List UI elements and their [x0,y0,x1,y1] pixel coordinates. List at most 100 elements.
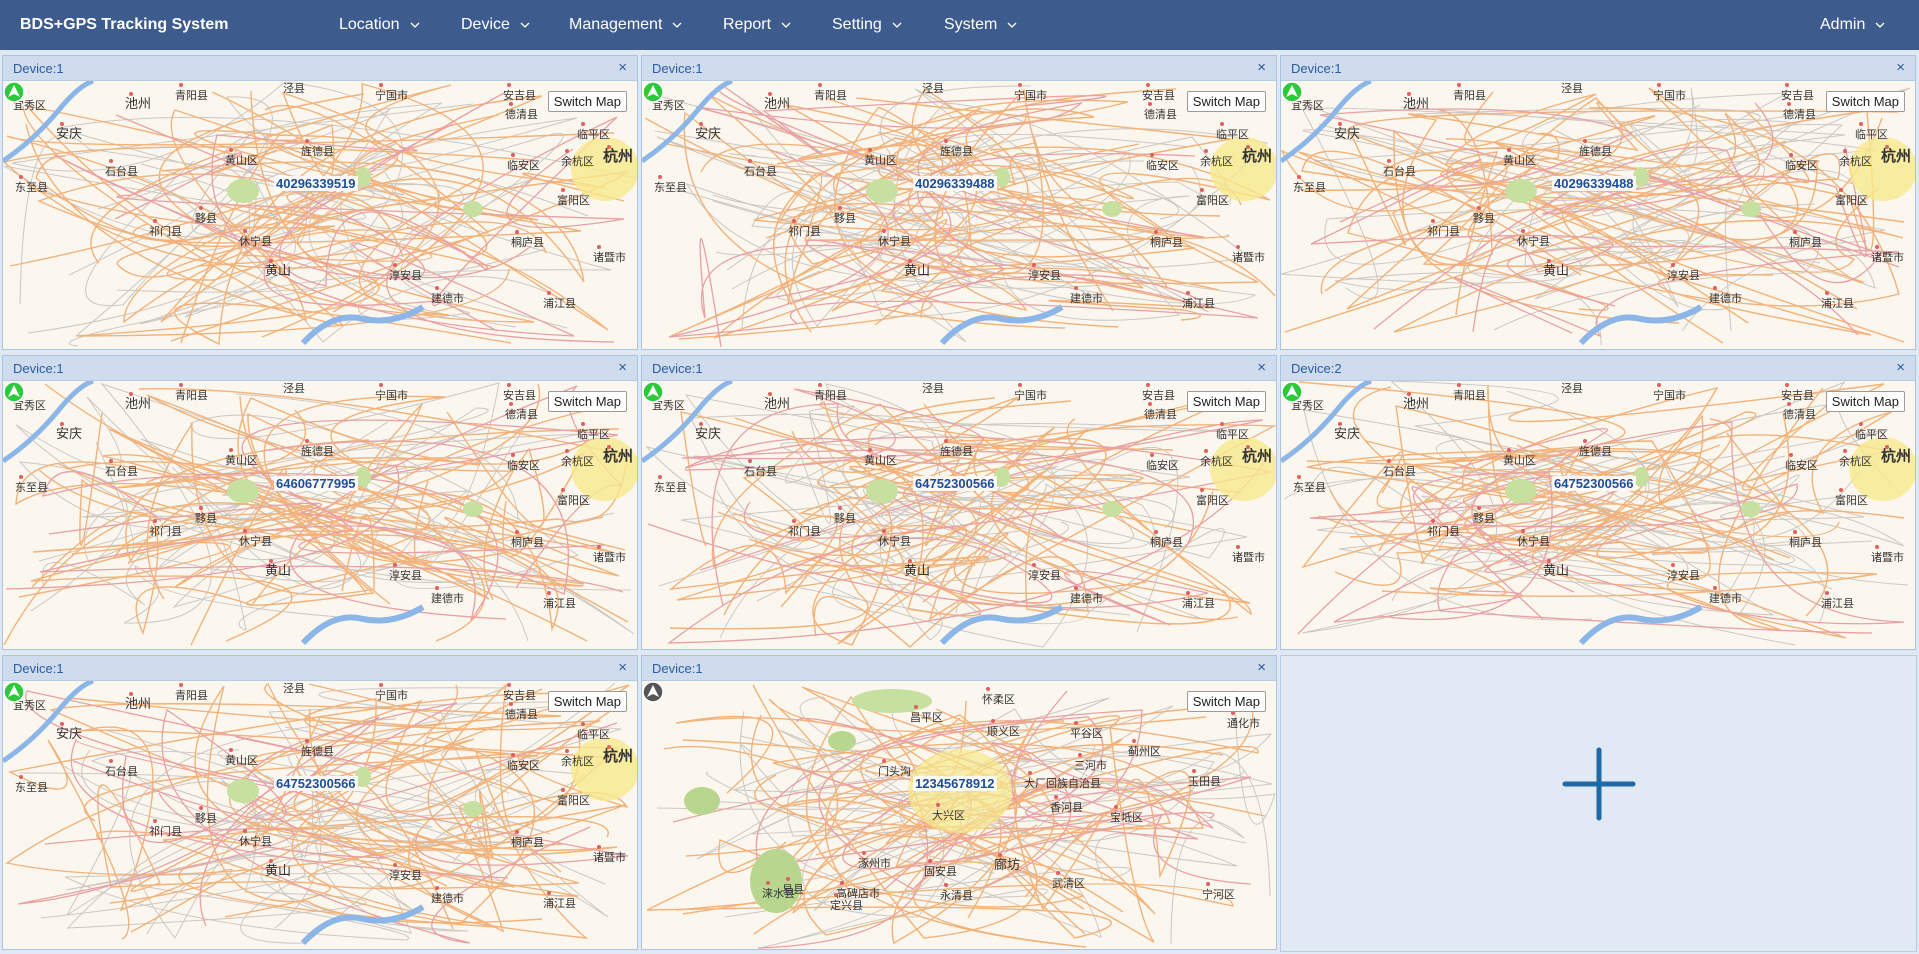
city-label: 涞水县 [762,887,795,900]
switch-map-button[interactable]: Switch Map [1186,391,1266,412]
city-dot [1477,506,1481,510]
city-label: 安庆 [56,726,82,741]
city-dot [547,291,551,295]
city-dot [199,506,203,510]
map-view[interactable]: 安庆 池州 宜秀区 青阳县 泾县 宁国市 安吉县 德清县 临平区 杭州 余杭区 临安区 富阳区 黄山区 旌德… [3,681,637,949]
chevron-down-icon [892,22,902,28]
vehicle-marker-icon[interactable] [1281,81,1303,103]
city-label: 临安区 [507,758,540,772]
switch-map-button[interactable]: Switch Map [547,391,627,412]
city-label: 浦江县 [1821,297,1854,310]
switch-map-button[interactable]: Switch Map [1186,691,1266,712]
city-dot [547,591,551,595]
city-label: 浦江县 [1182,597,1215,610]
city-dot [379,83,383,87]
city-label: 黟县 [1473,512,1495,525]
vehicle-marker-icon[interactable] [3,81,25,103]
close-icon[interactable]: × [1257,356,1266,380]
map-panel: Device:2 × 安庆 池州 宜秀区 青阳县 泾县 宁国市 安吉县 德清县 临平区 杭州 余杭区… [1280,355,1916,650]
vehicle-marker-icon[interactable] [1281,381,1303,403]
city-dot [838,206,842,210]
city-dot [936,803,940,807]
vehicle-marker-icon[interactable] [642,81,664,103]
city-label: 青阳县 [175,689,208,702]
user-menu[interactable]: Admin [1820,0,1885,50]
close-icon[interactable]: × [618,56,627,80]
city-label: 建德市 [1709,591,1742,605]
city-label: 诸暨市 [593,850,626,864]
nav-item-system[interactable]: System [944,0,1017,50]
switch-map-button[interactable]: Switch Map [1825,391,1905,412]
close-icon[interactable]: × [1257,656,1266,680]
city-dot [153,519,157,523]
map-view[interactable]: 安庆 池州 宜秀区 青阳县 泾县 宁国市 安吉县 德清县 临平区 杭州 余杭区 临安区 富阳区 黄山区 旌德… [1281,81,1915,349]
city-label: 祁门县 [788,524,821,538]
map-canvas[interactable]: 安庆池州宜秀区青阳县泾县宁国市 安吉县德清县临平区杭州余杭区临安区富阳区黄山区旌德… [642,81,1276,349]
vehicle-marker-icon[interactable] [642,681,664,703]
map-view[interactable]: 怀柔区 昌平区 顺义区 平谷区 通化市 三河市 蓟州区 门头沟 大厂回族自治县 玉田县 香河县 宝坻区… [642,681,1276,949]
city-label: 东至县 [654,181,687,194]
nav-item-label: Location [339,16,400,33]
city-label: 祁门县 [149,824,182,838]
switch-map-button[interactable]: Switch Map [547,91,627,112]
add-map-panel[interactable] [1280,655,1917,952]
switch-map-button[interactable]: Switch Map [1825,91,1905,112]
panel-header: Device:1 × [3,56,637,81]
city-dot [199,206,203,210]
city-dot [1431,219,1435,223]
map-canvas[interactable]: 安庆池州宜秀区青阳县泾县宁国市 安吉县德清县临平区杭州余杭区临安区富阳区黄山区旌德… [1281,381,1915,649]
city-label: 安庆 [1334,426,1360,441]
map-canvas[interactable]: 安庆池州宜秀区青阳县泾县宁国市 安吉县德清县临平区杭州余杭区临安区富阳区黄山区旌德… [3,681,637,949]
map-view[interactable]: 安庆 池州 宜秀区 青阳县 泾县 宁国市 安吉县 德清县 临平区 杭州 余杭区 临安区 富阳区 黄山区 旌德… [1281,381,1915,649]
map-canvas[interactable]: 怀柔区昌平区顺义区 平谷区 通化市三河市 蓟州区门头沟大厂回族自治县 玉田县香河县宝坻区… [642,681,1276,949]
city-label: 余杭区 [1839,454,1872,468]
map-panel: Device:1 × 怀柔区 昌平区 顺义区 平谷区 通化市 三河市 蓟州区 门头沟 大厂回族自… [641,655,1277,950]
city-dot [1521,529,1525,533]
close-icon[interactable]: × [618,356,627,380]
city-dot [561,488,565,492]
chevron-down-icon [520,22,530,28]
close-icon[interactable]: × [1896,56,1905,80]
city-dot [565,449,569,453]
city-dot [1789,453,1793,457]
city-dot [229,748,233,752]
map-canvas[interactable]: 安庆池州宜秀区青阳县泾县宁国市 安吉县德清县临平区杭州余杭区临安区富阳区黄山区旌德… [3,381,637,649]
vehicle-marker-icon[interactable] [642,381,664,403]
nav-item-report[interactable]: Report [723,0,791,50]
map-canvas[interactable]: 安庆池州宜秀区青阳县泾县宁国市 安吉县德清县临平区杭州余杭区临安区富阳区黄山区旌德… [642,381,1276,649]
vehicle-marker-icon[interactable] [3,681,25,703]
city-label: 旌德县 [301,144,334,158]
city-label: 安吉县 [1781,388,1814,402]
city-label: 青阳县 [814,389,847,402]
map-view[interactable]: 安庆 池州 宜秀区 青阳县 泾县 宁国市 安吉县 德清县 临平区 杭州 余杭区 临安区 富阳区 黄山区 旌德… [642,381,1276,649]
close-icon[interactable]: × [618,656,627,680]
city-dot [1032,263,1036,267]
city-label: 杭州 [1242,147,1272,165]
city-label: 池州 [1403,396,1429,411]
nav-item-device[interactable]: Device [461,0,530,50]
city-label: 高碑店市 [836,886,880,900]
map-view[interactable]: 安庆 池州 宜秀区 青阳县 泾县 宁国市 安吉县 德清县 临平区 杭州 余杭区 临安区 富阳区 黄山区 旌德… [3,81,637,349]
map-view[interactable]: 安庆 池州 宜秀区 青阳县 泾县 宁国市 安吉县 德清县 临平区 杭州 余杭区 临安区 富阳区 黄山区 旌德… [642,81,1276,349]
city-label: 桐庐县 [1789,535,1822,549]
panel-title: Device:1 [1291,61,1342,76]
nav-item-location[interactable]: Location [339,0,420,50]
city-dot [515,530,519,534]
city-label: 淳安县 [1028,568,1061,582]
switch-map-button[interactable]: Switch Map [1186,91,1266,112]
close-icon[interactable]: × [1896,356,1905,380]
map-view[interactable]: 安庆 池州 宜秀区 青阳县 泾县 宁国市 安吉县 德清县 临平区 杭州 余杭区 临安区 富阳区 黄山区 旌德… [3,381,637,649]
nav-item-setting[interactable]: Setting [832,0,902,50]
city-label: 德清县 [1783,407,1816,421]
nav-item-management[interactable]: Management [569,0,682,50]
switch-map-button[interactable]: Switch Map [547,691,627,712]
close-icon[interactable]: × [1257,56,1266,80]
city-label: 杭州 [1881,147,1911,165]
device-id-label: 40296339488 [1552,176,1636,191]
panel-header: Device:1 × [3,656,637,681]
vehicle-marker-icon[interactable] [3,381,25,403]
map-canvas[interactable]: 安庆池州宜秀区青阳县泾县宁国市 安吉县德清县临平区杭州余杭区临安区富阳区黄山区旌德… [3,81,637,349]
city-label: 浦江县 [1182,297,1215,310]
city-dot [840,881,844,885]
map-canvas[interactable]: 安庆池州宜秀区青阳县泾县宁国市 安吉县德清县临平区杭州余杭区临安区富阳区黄山区旌德… [1281,81,1915,349]
